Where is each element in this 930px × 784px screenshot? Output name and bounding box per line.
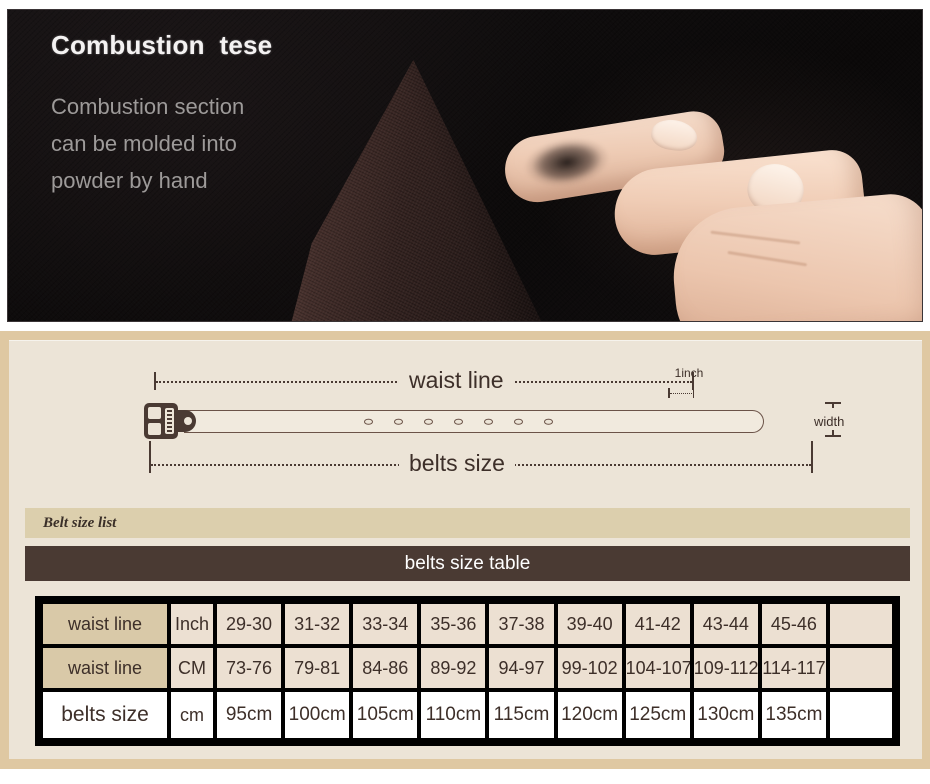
- table-cell: 79-81: [285, 648, 350, 689]
- table-cell-empty: [830, 692, 892, 738]
- buckle-slot-bottom: [148, 423, 161, 435]
- table-cell: 120cm: [557, 692, 622, 738]
- photo-subtext: Combustion section can be molded into po…: [51, 94, 245, 193]
- belts-size-table-header: belts size table: [25, 546, 910, 581]
- row-unit: CM: [171, 648, 213, 689]
- row-unit: cm: [171, 692, 213, 738]
- belt-hole: [454, 418, 463, 425]
- table-cell: 73-76: [217, 648, 282, 689]
- table-cell: 105cm: [353, 692, 418, 738]
- table-cell: 125cm: [625, 692, 690, 738]
- table-cell: 29-30: [217, 604, 282, 645]
- belt-hole: [394, 418, 403, 425]
- table-cell: 110cm: [421, 692, 486, 738]
- row-unit: Inch: [171, 604, 213, 645]
- belt-buckle: [144, 403, 196, 439]
- belt-size-list-title: Belt size list: [43, 514, 117, 531]
- photo-headline: Combustion tese: [51, 30, 273, 60]
- table-cell: 89-92: [421, 648, 486, 689]
- belt-hole: [544, 418, 553, 425]
- belt-hole: [514, 418, 523, 425]
- table-cell: 84-86: [353, 648, 418, 689]
- hand-illustration: [494, 94, 922, 321]
- table-row: waist line Inch 29-30 31-32 33-34 35-36 …: [43, 604, 892, 645]
- inch-dotted-line: [670, 393, 692, 394]
- table-cell: 95cm: [217, 692, 282, 738]
- waist-line-dimension: waist line: [154, 366, 694, 394]
- table-cell: 94-97: [489, 648, 554, 689]
- table-cell-empty: [830, 648, 892, 689]
- inch-cap-right: [692, 388, 694, 398]
- belt-hole: [484, 418, 493, 425]
- table-cell: 135cm: [761, 692, 826, 738]
- table-cell: 114-117: [761, 648, 826, 689]
- table-cell: 99-102: [557, 648, 622, 689]
- buckle-frame: [144, 403, 178, 439]
- knuckle-crease: [710, 230, 801, 245]
- belt-size-list-bar: Belt size list: [25, 508, 910, 538]
- table-cell: 31-32: [285, 604, 350, 645]
- table-cell: 104-107: [625, 648, 690, 689]
- width-stem-bottom: [832, 430, 834, 435]
- product-detail-page: Combustion tese Combustion section can b…: [0, 0, 930, 784]
- table-row: belts size cm 95cm 100cm 105cm 110cm 115…: [43, 692, 892, 738]
- row-label: waist line: [43, 604, 167, 645]
- table-cell: 45-46: [761, 604, 826, 645]
- belt-hole: [424, 418, 433, 425]
- size-table-container: waist line Inch 29-30 31-32 33-34 35-36 …: [35, 596, 900, 746]
- table-cell: 41-42: [625, 604, 690, 645]
- table-cell: 35-36: [421, 604, 486, 645]
- width-marker: width: [814, 402, 884, 442]
- table-cell: 100cm: [285, 692, 350, 738]
- table-cell: 115cm: [489, 692, 554, 738]
- size-table: waist line Inch 29-30 31-32 33-34 35-36 …: [39, 600, 896, 742]
- width-stem-top: [832, 403, 834, 408]
- soot-smudge: [514, 128, 630, 195]
- combustion-test-photo: Combustion tese Combustion section can b…: [7, 9, 923, 322]
- belts-size-dimension: belts size: [149, 441, 814, 477]
- buckle-tab: [174, 410, 196, 432]
- waist-line-label: waist line: [399, 366, 514, 394]
- belts-size-label: belts size: [399, 449, 515, 477]
- page-bottom-margin: [0, 769, 930, 784]
- belts-size-table-title: belts size table: [404, 552, 531, 574]
- width-label: width: [814, 414, 845, 429]
- knuckle-crease: [727, 250, 808, 267]
- row-label: belts size: [43, 692, 167, 738]
- dimension-tick-right: [811, 441, 813, 473]
- belt-drawing: [144, 402, 804, 440]
- table-cell: 109-112: [693, 648, 758, 689]
- size-chart-inner: waist line 1inch width belts size Belt s…: [9, 340, 922, 759]
- buckle-slot-top: [148, 407, 161, 419]
- one-inch-marker: 1inch: [654, 358, 724, 404]
- belt-measure-diagram: waist line 1inch width belts size: [9, 340, 922, 500]
- size-chart-panel: waist line 1inch width belts size Belt s…: [0, 331, 930, 769]
- table-cell: 37-38: [489, 604, 554, 645]
- one-inch-label: 1inch: [674, 366, 704, 380]
- width-cap-bottom: [825, 435, 841, 437]
- belt-strap: [184, 410, 764, 433]
- dimension-tick-left: [149, 441, 151, 473]
- belt-hole: [364, 418, 373, 425]
- buckle-prong-bar: [165, 408, 174, 434]
- table-cell: 39-40: [557, 604, 622, 645]
- table-cell: 33-34: [353, 604, 418, 645]
- table-row: waist line CM 73-76 79-81 84-86 89-92 94…: [43, 648, 892, 689]
- index-fingernail: [649, 116, 700, 154]
- one-inch-bar: [668, 388, 694, 398]
- row-label: waist line: [43, 648, 167, 689]
- table-cell-empty: [830, 604, 892, 645]
- table-cell: 130cm: [693, 692, 758, 738]
- table-cell: 43-44: [693, 604, 758, 645]
